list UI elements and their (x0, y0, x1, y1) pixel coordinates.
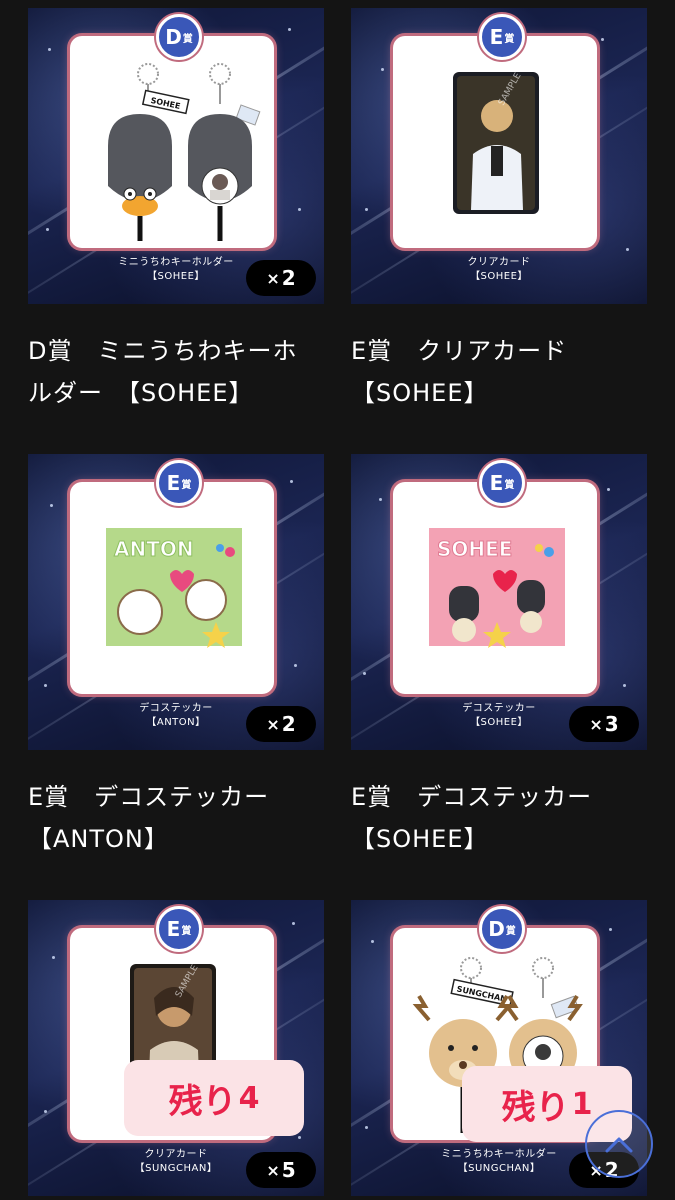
sticker-name-text: SOHEE (437, 537, 512, 561)
grade-badge: D賞 (479, 906, 525, 952)
product-frame: SOHEE (70, 36, 274, 248)
photocard-illustration: SAMPLE (453, 71, 539, 214)
prize-image[interactable]: E賞 ANTON デコステッカー 【ANTON】 × 2 (28, 454, 324, 750)
product-frame: SAMPLE (393, 36, 597, 248)
prize-image[interactable]: E賞 SOHEE デコステッカー 【SOHEE】 × 3 (351, 454, 647, 750)
prize-grid: D賞 SOHEE ミニうちわキーホルダー 【SOHEE】 × 2 D賞 ミニうち… (0, 0, 675, 1200)
remaining-count-badge-sungchan-card: 残り 4 (124, 1060, 304, 1136)
grade-badge: E賞 (479, 14, 525, 60)
quantity-badge: × 5 (246, 1152, 316, 1188)
prize-title[interactable]: E賞 デコステッカー 【ANTON】 (28, 776, 328, 860)
grade-badge: D賞 (156, 14, 202, 60)
product-frame: SOHEE (393, 482, 597, 694)
prize-image[interactable]: E賞 SAMPLE クリアカード 【SOHEE】 (351, 8, 647, 304)
scroll-to-top-button[interactable] (585, 1110, 653, 1178)
sticker-illustration: ANTON (106, 528, 242, 648)
product-frame: ANTON (70, 482, 274, 694)
grade-badge: E賞 (156, 906, 202, 952)
quantity-badge: × 2 (246, 706, 316, 742)
sticker-name-text: ANTON (114, 537, 194, 561)
prize-image[interactable]: E賞 SAMPLE クリアカード 【SUNGCHAN】 × 5 (28, 900, 324, 1196)
quantity-badge: × 3 (569, 706, 639, 742)
quantity-badge: × 2 (246, 260, 316, 296)
prize-title[interactable]: D賞 ミニうちわキーホ ルダー 【SOHEE】 (28, 330, 328, 414)
prize-title[interactable]: E賞 デコステッカー 【SOHEE】 (351, 776, 651, 860)
chevron-up-icon (605, 1137, 633, 1153)
sticker-illustration: SOHEE (429, 528, 565, 648)
prize-image[interactable]: D賞 SOHEE ミニうちわキーホルダー 【SOHEE】 × 2 (28, 8, 324, 304)
grade-badge: E賞 (156, 460, 202, 506)
grade-badge: E賞 (479, 460, 525, 506)
prize-title[interactable]: E賞 クリアカード 【SOHEE】 (351, 330, 651, 414)
keychain-illustration: SOHEE (108, 63, 261, 241)
prize-caption: クリアカード 【SOHEE】 (467, 257, 531, 282)
